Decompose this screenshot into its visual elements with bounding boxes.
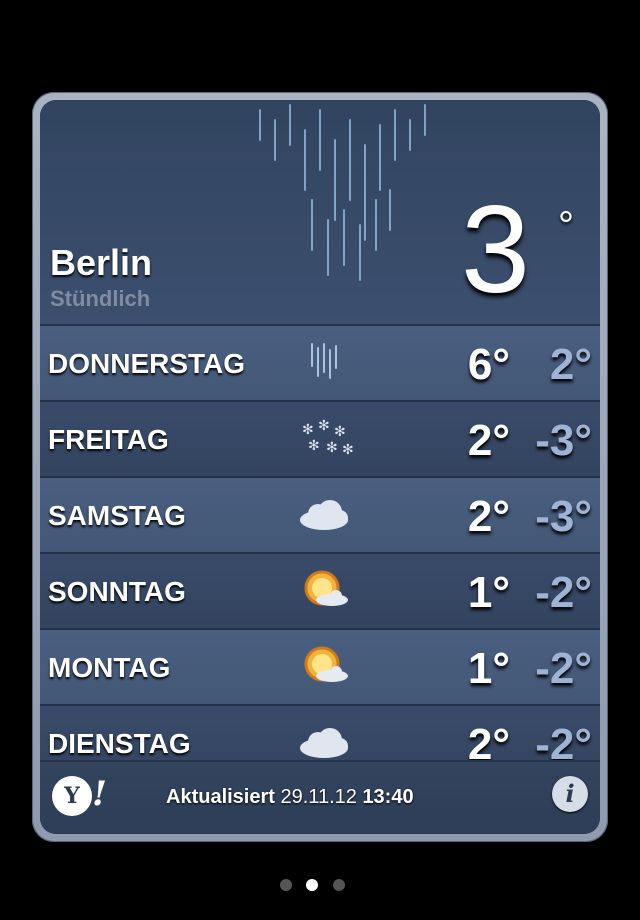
page-dot-active[interactable] [306, 879, 319, 891]
svg-text:✻: ✻ [326, 440, 338, 456]
svg-text:✻: ✻ [342, 442, 354, 458]
day-name: DIENSTAG [48, 728, 191, 759]
info-button[interactable]: i [552, 776, 588, 812]
hourly-toggle[interactable]: Stündlich [50, 286, 150, 312]
low-temp: 2° [549, 340, 592, 389]
yahoo-logo-button[interactable]: Y [52, 776, 92, 816]
city-name: Berlin [50, 242, 153, 283]
forecast-row: SAMSTAG 2° -3° [40, 476, 600, 552]
forecast-row: DONNERSTAG 6° 2° [40, 324, 600, 400]
updated-time: 13:40 [362, 786, 414, 808]
high-temp: 2° [467, 416, 510, 465]
high-temp: 1° [467, 568, 510, 617]
day-name: DONNERSTAG [48, 348, 246, 379]
svg-text:✻: ✻ [308, 438, 320, 454]
last-updated: Aktualisiert 29.11.12 13:40 [166, 786, 414, 809]
high-temp: 6° [467, 340, 510, 389]
yahoo-logo-mark: ! [92, 774, 107, 814]
low-temp: -2° [535, 644, 592, 693]
sun-cloud-icon [304, 646, 348, 682]
current-temperature: 3 [461, 181, 530, 319]
degree-symbol: ° [558, 204, 574, 248]
day-name: FREITAG [48, 424, 169, 455]
svg-text:✻: ✻ [334, 424, 346, 440]
svg-text:✻: ✻ [318, 418, 330, 434]
sun-cloud-icon [304, 570, 348, 606]
low-temp: -3° [535, 416, 592, 465]
footer-bar: Y ! Aktualisiert 29.11.12 13:40 i [40, 760, 600, 834]
day-name: MONTAG [48, 652, 171, 683]
page-indicator[interactable] [280, 878, 355, 896]
page-dot[interactable] [280, 879, 292, 891]
forecast-row: SONNTAG 1° -2° [40, 552, 600, 628]
current-conditions: Berlin Stündlich 3 ° [40, 100, 600, 324]
forecast-row: FREITAG ✻ ✻ ✻ ✻ ✻ ✻ 2° -3° [40, 400, 600, 476]
rain-icon [259, 104, 426, 281]
updated-date: 29.11.12 [280, 786, 357, 808]
svg-text:✻: ✻ [302, 422, 314, 438]
forecast-list: DONNERSTAG 6° 2° FREITAG ✻ ✻ ✻ ✻ ✻ ✻ 2° … [40, 324, 600, 780]
low-temp: -2° [535, 568, 592, 617]
rain-icon [311, 343, 337, 379]
snow-icon: ✻ ✻ ✻ ✻ ✻ ✻ [302, 418, 354, 458]
page-dot[interactable] [332, 879, 345, 891]
weather-panel: Berlin Stündlich 3 ° DONNERSTAG 6° 2° FR… [40, 100, 600, 834]
high-temp: 2° [467, 492, 510, 541]
cloud-icon [300, 500, 348, 530]
low-temp: -3° [535, 492, 592, 541]
day-name: SAMSTAG [48, 500, 186, 531]
forecast-row: MONTAG 1° -2° [40, 628, 600, 704]
weather-card: Berlin Stündlich 3 ° DONNERSTAG 6° 2° FR… [32, 92, 608, 842]
day-name: SONNTAG [48, 576, 186, 607]
high-temp: 1° [467, 644, 510, 693]
updated-label: Aktualisiert [166, 786, 275, 808]
